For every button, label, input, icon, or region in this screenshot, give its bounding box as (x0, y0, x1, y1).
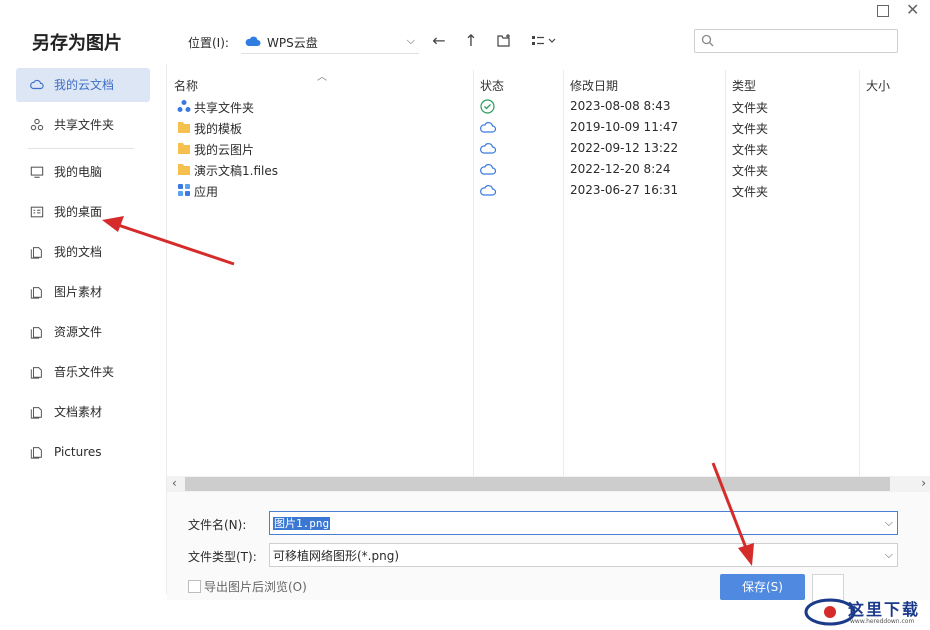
filename-value: 图片1.png (273, 517, 331, 530)
sidebar-item-music-folder[interactable]: 音乐文件夹 (16, 355, 150, 389)
column-header-name[interactable]: 名称 (174, 77, 198, 94)
file-date: 2023-06-27 16:31 (570, 183, 679, 197)
search-input[interactable] (694, 29, 898, 53)
sidebar-item-label: 我的电脑 (54, 165, 103, 179)
location-label: 位置(I): (188, 36, 229, 50)
filetype-value: 可移植网络图形(*.png) (273, 549, 400, 563)
sidebar-item-label: 图片素材 (54, 285, 103, 299)
sidebar: 我的云文档 共享文件夹 我的电脑 我的桌面 我的文档 图片素材 资源文件 音乐文… (16, 68, 150, 475)
sidebar-item-label: 音乐文件夹 (54, 365, 115, 379)
sidebar-item-document-assets[interactable]: 文档素材 (16, 395, 150, 429)
file-name: 演示文稿1.files (194, 164, 278, 178)
sidebar-divider (28, 148, 134, 149)
folder-icon (30, 447, 42, 459)
file-type: 文件夹 (732, 164, 769, 178)
file-row[interactable]: 共享文件夹 2023-08-08 8:43 文件夹 (174, 96, 874, 117)
cloud-icon (30, 79, 44, 90)
shared-folder-icon (177, 100, 191, 112)
horizontal-scrollbar[interactable]: ‹ › (167, 476, 930, 492)
filename-input[interactable]: 图片1.png ⌵ (269, 511, 898, 535)
maximize-icon[interactable] (877, 5, 889, 17)
up-arrow-icon[interactable]: ↑ (461, 31, 481, 51)
file-type: 文件夹 (732, 185, 769, 199)
folder-icon (178, 164, 190, 175)
file-row[interactable]: 我的云图片 2022-09-12 13:22 文件夹 (174, 138, 874, 159)
sidebar-item-my-computer[interactable]: 我的电脑 (16, 155, 150, 189)
folder-icon (30, 247, 42, 259)
column-header-modified-date[interactable]: 修改日期 (570, 77, 618, 94)
file-name: 我的模板 (194, 122, 243, 136)
close-icon[interactable]: ✕ (906, 0, 919, 19)
watermark-url: www.hereddown.com (850, 618, 915, 625)
scroll-left-icon[interactable]: ‹ (172, 476, 177, 490)
folder-icon (30, 327, 42, 339)
sidebar-item-label: 我的文档 (54, 245, 103, 259)
cloud-icon (480, 143, 496, 154)
sidebar-item-shared-folder[interactable]: 共享文件夹 (16, 108, 150, 142)
cloud-icon (480, 185, 496, 196)
filename-label: 文件名(N): (188, 518, 247, 532)
sidebar-item-my-desktop[interactable]: 我的桌面 (16, 195, 150, 229)
folder-icon (30, 407, 42, 419)
search-icon (701, 34, 714, 47)
sidebar-item-pictures[interactable]: Pictures (16, 435, 150, 469)
column-header-status[interactable]: 状态 (480, 77, 504, 94)
synced-check-icon (480, 99, 495, 114)
folder-icon (30, 367, 42, 379)
filetype-label: 文件类型(T): (188, 550, 257, 564)
sidebar-item-label: 共享文件夹 (54, 118, 115, 132)
sidebar-item-label: 文档素材 (54, 405, 103, 419)
view-mode-icon[interactable] (530, 31, 560, 51)
file-row[interactable]: 我的模板 2019-10-09 11:47 文件夹 (174, 117, 874, 138)
sidebar-item-resource-files[interactable]: 资源文件 (16, 315, 150, 349)
sidebar-item-image-assets[interactable]: 图片素材 (16, 275, 150, 309)
file-name: 我的云图片 (194, 143, 255, 157)
file-date: 2023-08-08 8:43 (570, 99, 671, 113)
new-folder-icon[interactable] (494, 31, 514, 51)
sidebar-item-label: 我的云文档 (54, 78, 115, 92)
folder-icon (178, 143, 190, 154)
watermark-text: 这里下载 (848, 600, 921, 619)
computer-icon (30, 166, 44, 178)
desktop-icon (30, 206, 44, 218)
file-date: 2022-09-12 13:22 (570, 141, 679, 155)
scrollbar-thumb[interactable] (185, 477, 890, 491)
sidebar-item-my-documents[interactable]: 我的文档 (16, 235, 150, 269)
file-name: 应用 (194, 185, 219, 199)
column-header-type[interactable]: 类型 (732, 77, 756, 94)
sidebar-item-label: 我的桌面 (54, 205, 103, 219)
location-value: WPS云盘 (267, 36, 318, 50)
file-row[interactable]: 演示文稿1.files 2022-12-20 8:24 文件夹 (174, 159, 874, 180)
filetype-select[interactable]: 可移植网络图形(*.png) ⌵ (269, 543, 898, 567)
wps-cloud-icon (245, 36, 261, 46)
chevron-down-icon[interactable]: ⌵ (885, 548, 893, 562)
sort-ascending-icon: ︿ (317, 72, 327, 83)
cloud-icon (480, 164, 496, 175)
cloud-icon (480, 122, 496, 133)
file-name: 共享文件夹 (194, 101, 255, 115)
back-arrow-icon[interactable]: ← (429, 31, 449, 51)
scroll-right-icon[interactable]: › (921, 476, 926, 490)
sidebar-item-my-cloud-docs[interactable]: 我的云文档 (16, 68, 150, 102)
folder-icon (178, 122, 190, 133)
column-header-size[interactable]: 大小 (866, 77, 890, 94)
chevron-down-icon[interactable]: ⌵ (885, 516, 893, 530)
file-row[interactable]: 应用 2023-06-27 16:31 文件夹 (174, 180, 874, 201)
location-dropdown[interactable]: WPS云盘 ⌵ (241, 29, 419, 54)
file-date: 2022-12-20 8:24 (570, 162, 671, 176)
dialog-title: 另存为图片 (32, 33, 122, 54)
sidebar-item-label: 资源文件 (54, 325, 103, 339)
open-after-export-checkbox[interactable] (188, 580, 201, 593)
share-icon (30, 118, 44, 131)
file-type: 文件夹 (732, 101, 769, 115)
file-type: 文件夹 (732, 122, 769, 136)
save-button[interactable]: 保存(S) (720, 574, 805, 600)
file-type: 文件夹 (732, 143, 769, 157)
apps-icon (178, 184, 190, 196)
chevron-down-icon: ⌵ (406, 34, 415, 47)
file-date: 2019-10-09 11:47 (570, 120, 679, 134)
open-after-export-label[interactable]: 导出图片后浏览(O) (204, 578, 307, 595)
sidebar-item-label: Pictures (54, 445, 102, 459)
folder-icon (30, 287, 42, 299)
